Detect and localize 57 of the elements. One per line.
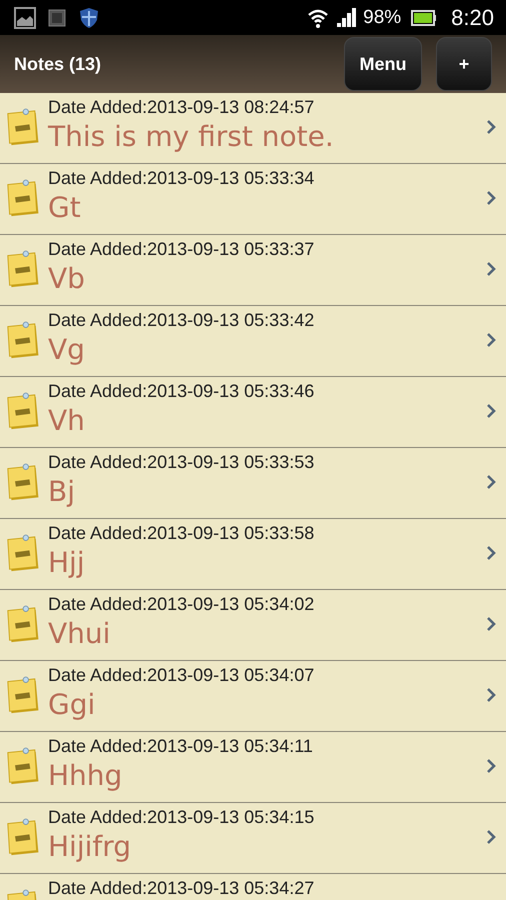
chevron-icon — [486, 190, 496, 206]
date-added: Date Added:2013-09-13 05:34:27 — [48, 877, 316, 899]
date-added: Date Added:2013-09-13 05:33:46 — [48, 380, 316, 402]
chevron-icon — [486, 261, 496, 277]
note-title: Gt — [48, 190, 82, 226]
note-row[interactable]: Date Added:2013-09-13 05:33:58 Hjj — [0, 519, 506, 590]
note-title: Hhhg — [48, 758, 124, 794]
screen-title: Notes (13) — [14, 54, 102, 74]
add-button[interactable]: + — [436, 37, 492, 91]
date-added: Date Added:2013-09-13 05:33:53 — [48, 451, 316, 473]
date-added: Date Added:2013-09-13 05:34:02 — [48, 593, 316, 615]
chevron-icon — [486, 119, 496, 135]
note-title: This is my first note. — [48, 119, 335, 155]
battery-icon — [411, 8, 438, 26]
chevron-icon — [486, 332, 496, 348]
shield-icon — [78, 6, 100, 28]
chevron-icon — [486, 616, 496, 632]
note-title: Vg — [48, 332, 86, 368]
date-added: Date Added:2013-09-13 05:34:11 — [48, 735, 314, 757]
chevron-icon — [486, 829, 496, 845]
date-added: Date Added:2013-09-13 05:33:58 — [48, 522, 316, 544]
date-added: Date Added:2013-09-13 05:34:07 — [48, 664, 316, 686]
note-row[interactable]: Date Added:2013-09-13 08:24:57 This is my first note. — [0, 93, 506, 164]
note-row[interactable]: Date Added:2013-09-13 05:34:07 Ggi — [0, 661, 506, 732]
chip-icon — [46, 6, 68, 28]
date-added: Date Added:2013-09-13 05:34:15 — [48, 806, 316, 828]
chevron-icon — [486, 403, 496, 419]
note-title: Hijifrg — [48, 829, 132, 865]
note-title: Bj — [48, 474, 76, 510]
chevron-icon — [486, 545, 496, 561]
date-added: Date Added:2013-09-13 05:33:37 — [48, 238, 316, 260]
chevron-icon — [486, 758, 496, 774]
signal-icon — [335, 6, 358, 28]
note-row[interactable]: Date Added:2013-09-13 05:34:02 Vhui — [0, 590, 506, 661]
image-icon — [14, 6, 36, 28]
note-title: Vb — [48, 261, 86, 297]
note-title: Vh — [48, 403, 86, 439]
note-title: Vhui — [48, 616, 112, 652]
note-row[interactable]: Date Added:2013-09-13 05:33:46 Vh — [0, 377, 506, 448]
note-row[interactable]: Date Added:2013-09-13 05:33:34 Gt — [0, 164, 506, 235]
note-row[interactable]: Date Added:2013-09-13 05:33:53 Bj — [0, 448, 506, 519]
clock-time: 8:20 — [451, 4, 494, 30]
note-row[interactable]: Date Added:2013-09-13 05:34:11 Hhhg — [0, 732, 506, 803]
date-added: Date Added:2013-09-13 05:33:42 — [48, 309, 316, 331]
wifi-icon — [307, 6, 330, 28]
date-added: Date Added:2013-09-13 08:24:57 — [48, 96, 316, 118]
battery-percent: 98% — [363, 6, 402, 28]
menu-button[interactable]: Menu — [344, 37, 422, 91]
chevron-icon — [486, 474, 496, 490]
date-added: Date Added:2013-09-13 05:33:34 — [48, 167, 316, 189]
note-row[interactable]: Date Added:2013-09-13 05:34:27 — [0, 874, 506, 900]
note-row[interactable]: Date Added:2013-09-13 05:33:37 Vb — [0, 235, 506, 306]
note-row[interactable]: Date Added:2013-09-13 05:34:15 Hijifrg — [0, 803, 506, 874]
note-title: Ggi — [48, 687, 96, 723]
note-row[interactable]: Date Added:2013-09-13 05:33:42 Vg — [0, 306, 506, 377]
note-title: Hjj — [48, 545, 86, 581]
chevron-icon — [486, 687, 496, 703]
